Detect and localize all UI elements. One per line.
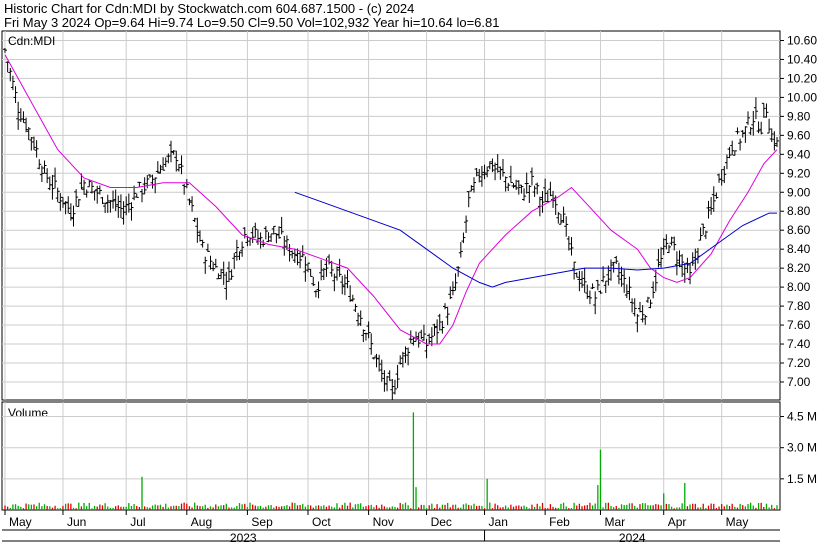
price-tick-label: 8.00	[787, 280, 811, 294]
month-label: Aug	[191, 515, 212, 529]
price-tick-label: 9.60	[787, 128, 811, 142]
price-tick-label: 10.60	[787, 33, 817, 47]
price-tick-label: 7.00	[787, 375, 811, 389]
volume-tick-label: 4.5 M	[787, 410, 817, 424]
month-label: Nov	[373, 515, 394, 529]
price-tick-label: 9.20	[787, 166, 811, 180]
month-label: Jan	[489, 515, 508, 529]
volume-tick-label: 3.0 M	[787, 441, 817, 455]
price-panel: 10.60 10.40 10.20 10.00 9.80 9.60 9.40 9.20 9.00…	[1, 30, 817, 401]
price-tick-label: 10.20	[787, 71, 817, 85]
x-axis: May Jun Jul Aug Sep Oct Nov Dec Jan Feb Mar Apr May 2…	[2, 510, 780, 545]
price-tick-label: 8.20	[787, 261, 811, 275]
price-tick-label: 7.80	[787, 299, 811, 313]
month-label: May	[726, 515, 749, 529]
price-tick-label: 7.20	[787, 356, 811, 370]
year-label: 2023	[230, 531, 257, 543]
month-label: Mar	[604, 515, 625, 529]
price-tick-label: 10.40	[787, 52, 817, 66]
month-label: Feb	[549, 515, 570, 529]
price-tick-label: 8.80	[787, 204, 811, 218]
stock-chart: Historic Chart for Cdn:MDI by Stockwatch…	[1, 1, 817, 545]
month-label: Oct	[312, 515, 331, 529]
price-tick-label: 9.80	[787, 109, 811, 123]
chart-stage: Historic Chart for Cdn:MDI by Stockwatch…	[0, 0, 830, 545]
volume-panel-title: Volume	[8, 406, 48, 420]
price-tick-label: 7.40	[787, 337, 811, 351]
chart-header-line-2: Fri May 3 2024 Op=9.64 Hi=9.74 Lo=9.50 C…	[4, 15, 499, 30]
price-panel-title: Cdn:MDI	[8, 34, 55, 48]
year-label: 2024	[619, 531, 646, 543]
month-label: Jul	[130, 515, 145, 529]
month-label: Apr	[668, 515, 687, 529]
price-tick-label: 8.60	[787, 223, 811, 237]
price-tick-label: 8.40	[787, 242, 811, 256]
volume-panel: Volume 4.5 M 3.0 M 1.5 M	[1, 401, 817, 511]
price-tick-label: 9.40	[787, 147, 811, 161]
chart-header-line-1: Historic Chart for Cdn:MDI by Stockwatch…	[4, 1, 414, 16]
price-tick-label: 7.60	[787, 318, 811, 332]
month-label: Dec	[431, 515, 452, 529]
month-label: May	[9, 515, 32, 529]
volume-tick-label: 1.5 M	[787, 472, 817, 486]
price-tick-label: 10.00	[787, 90, 817, 104]
month-label: Jun	[67, 515, 86, 529]
month-label: Sep	[251, 515, 273, 529]
price-tick-label: 9.00	[787, 185, 811, 199]
